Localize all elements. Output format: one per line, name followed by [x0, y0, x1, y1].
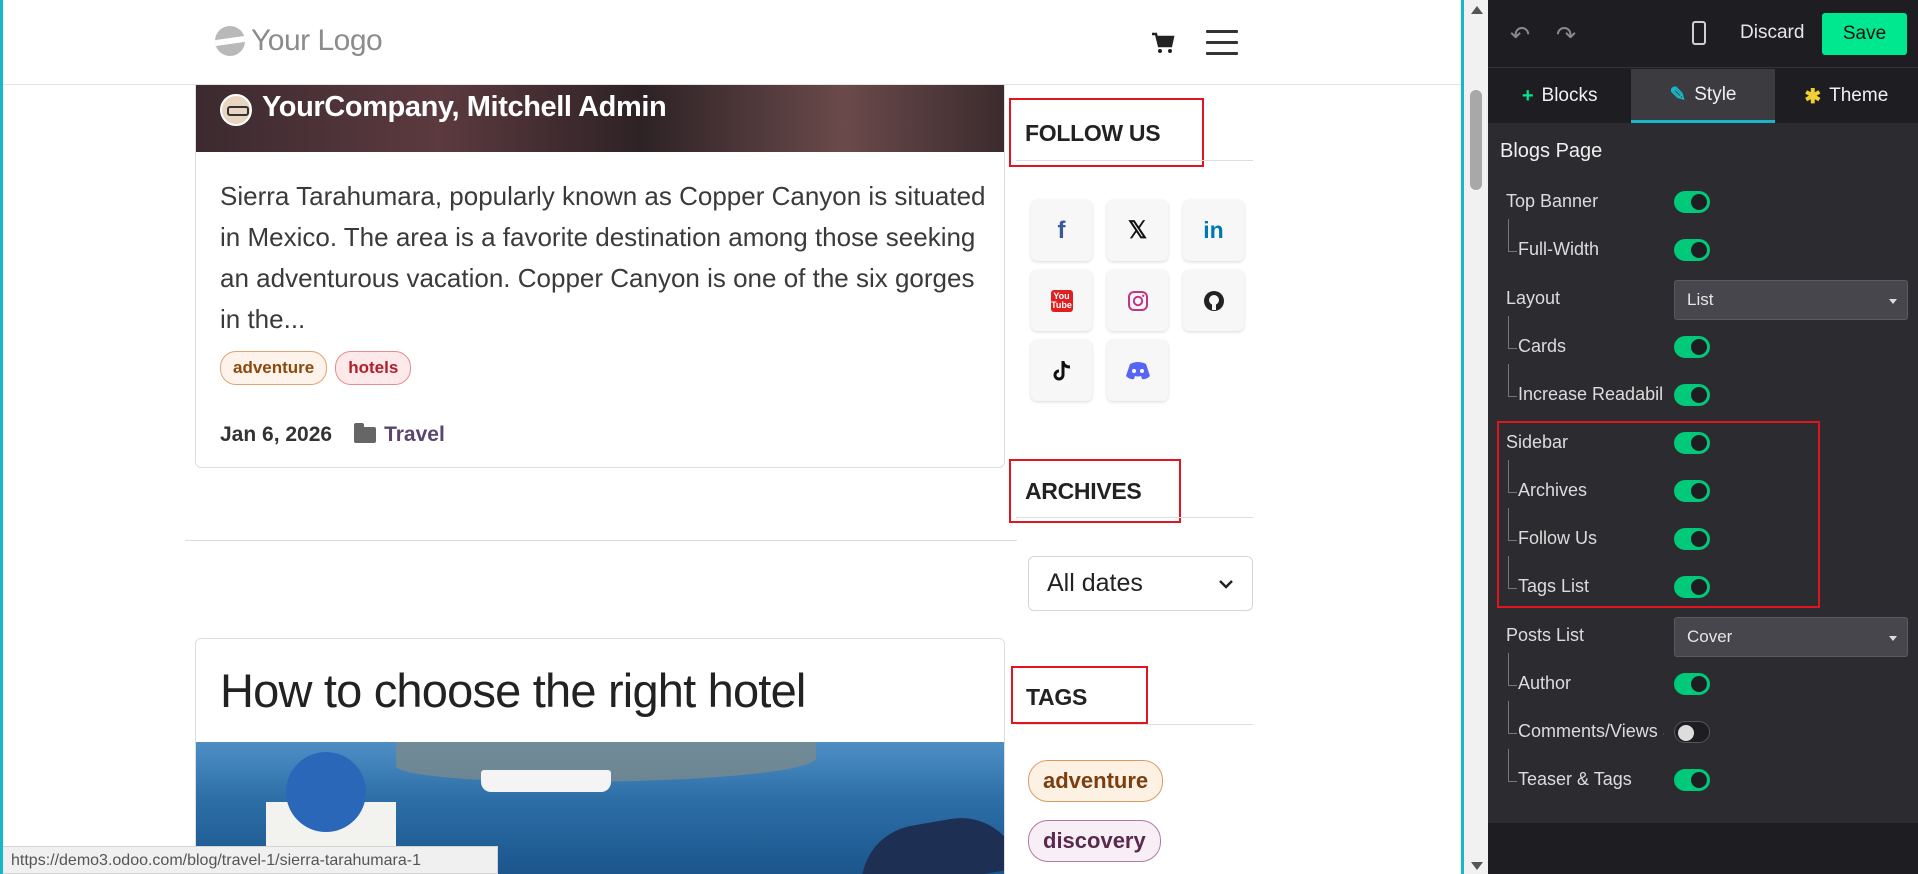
author-avatar [220, 94, 252, 126]
blog-post-card: How to choose the right hotel [195, 638, 1005, 874]
option-teaser-tags: Teaser & Tags [1488, 749, 1918, 801]
sidebar-tags-list: adventure discovery [1028, 760, 1164, 862]
editor-tabs: + Blocks ✎ Style ✱ Theme [1488, 69, 1918, 123]
archives-date-select[interactable]: All dates [1028, 556, 1253, 611]
post-meta: Jan 6, 2026 Travel [220, 423, 445, 447]
sidebar-rule [1016, 724, 1253, 725]
panel-footer [1488, 823, 1918, 874]
option-label: Full-Width [1518, 239, 1600, 259]
blog-post-card: YourCompany, Mitchell Admin Sierra Tarah… [195, 70, 1005, 468]
tab-blocks[interactable]: + Blocks [1488, 69, 1631, 123]
follow-us-title: FOLLOW US [1025, 120, 1161, 146]
tab-theme[interactable]: ✱ Theme [1775, 69, 1918, 123]
site-logo[interactable]: Your Logo [215, 24, 383, 58]
option-label: Increase Readability [1518, 384, 1664, 404]
posts-list-select[interactable]: Cover [1674, 617, 1908, 657]
option-label: Teaser & Tags [1518, 769, 1632, 789]
option-label: Comments/Views Stats [1518, 721, 1664, 741]
sidebar-rule [1016, 160, 1253, 161]
post-divider [185, 540, 1017, 541]
logo-text: Your Logo [251, 24, 383, 57]
tab-label: Blocks [1541, 85, 1598, 106]
option-label: Top Banner [1506, 191, 1599, 211]
highlight-box [1497, 421, 1820, 608]
option-full-width: Full-Width [1488, 219, 1918, 271]
tiktok-icon[interactable] [1031, 340, 1092, 401]
option-increase-readability: Increase Readability [1488, 364, 1918, 416]
option-comments-views: Comments/Views Stats [1488, 701, 1918, 753]
chevron-down-icon [1219, 579, 1233, 589]
tab-label: Theme [1829, 85, 1889, 106]
tab-style[interactable]: ✎ Style [1631, 69, 1775, 123]
post-author: YourCompany, Mitchell Admin [262, 91, 667, 123]
post-tags: adventure hotels [220, 351, 412, 385]
post-title[interactable]: How to choose the right hotel [220, 663, 806, 718]
post-category-label[interactable]: Travel [384, 423, 445, 447]
instagram-icon[interactable] [1107, 270, 1168, 331]
archives-select-value: All dates [1047, 569, 1143, 597]
archives-title: ARCHIVES [1025, 478, 1142, 504]
comments-views-toggle[interactable] [1674, 721, 1710, 743]
undo-icon[interactable]: ↶ [1510, 21, 1530, 50]
website-preview: Your Logo YourCompany, Mitchell Admin Si… [0, 0, 1464, 874]
option-layout: Layout List [1488, 280, 1918, 320]
cards-toggle[interactable] [1674, 336, 1710, 358]
preview-scrollbar[interactable] [1464, 0, 1488, 874]
option-label: Author [1518, 673, 1572, 693]
tag-adventure[interactable]: adventure [220, 351, 328, 385]
option-top-banner: Top Banner [1488, 183, 1918, 223]
scrollbar-thumb[interactable] [1470, 90, 1482, 190]
tag-hotels[interactable]: hotels [335, 351, 412, 385]
full-width-toggle[interactable] [1674, 239, 1710, 261]
option-label: Layout [1506, 288, 1561, 308]
youtube-icon[interactable]: You Tube [1031, 270, 1092, 331]
increase-readability-toggle[interactable] [1674, 384, 1710, 406]
panel-title: Blogs Page [1500, 140, 1603, 162]
option-author: Author [1488, 653, 1918, 705]
gear-icon: ✱ [1804, 85, 1822, 108]
post-category[interactable]: Travel [354, 423, 445, 447]
redo-icon[interactable]: ↷ [1556, 21, 1576, 50]
linkedin-icon[interactable]: in [1183, 200, 1244, 261]
teaser-tags-toggle[interactable] [1674, 769, 1710, 791]
option-label: Cards [1518, 336, 1567, 356]
site-header: Your Logo [3, 0, 1461, 85]
logo-mark-icon [215, 26, 245, 56]
scroll-up-arrow-icon[interactable] [1471, 6, 1483, 14]
discard-button[interactable]: Discard [1740, 22, 1804, 44]
post-excerpt[interactable]: Sierra Tarahumara, popularly known as Co… [220, 176, 990, 340]
top-banner-toggle[interactable] [1674, 191, 1710, 213]
save-button[interactable]: Save [1822, 13, 1907, 55]
scroll-down-arrow-icon[interactable] [1471, 862, 1483, 870]
social-links: f 𝕏 in You Tube [1031, 200, 1244, 401]
tab-label: Style [1694, 83, 1737, 105]
author-toggle[interactable] [1674, 673, 1710, 695]
post-date: Jan 6, 2026 [220, 423, 333, 446]
plus-icon: + [1521, 84, 1534, 107]
pencil-icon: ✎ [1669, 84, 1687, 106]
folder-icon [354, 423, 377, 443]
x-twitter-icon[interactable]: 𝕏 [1107, 200, 1168, 261]
discord-icon[interactable] [1107, 340, 1168, 401]
editor-toolbar: ↶ ↷ Discard Save [1488, 0, 1918, 68]
sidebar-rule [1016, 517, 1253, 518]
cart-icon[interactable] [1151, 32, 1175, 59]
option-label: Posts List [1506, 625, 1585, 645]
option-posts-list: Posts List Cover [1488, 617, 1918, 657]
hamburger-menu-icon[interactable] [1206, 30, 1238, 56]
tags-title: TAGS [1026, 684, 1087, 710]
option-cards: Cards [1488, 316, 1918, 368]
tag-adventure[interactable]: adventure [1028, 760, 1164, 802]
github-icon[interactable] [1183, 270, 1244, 331]
layout-select[interactable]: List [1674, 280, 1908, 320]
facebook-icon[interactable]: f [1031, 200, 1092, 261]
tag-discovery[interactable]: discovery [1028, 820, 1161, 862]
browser-status-url: https://demo3.odoo.com/blog/travel-1/sie… [3, 846, 498, 874]
mobile-preview-icon[interactable] [1692, 21, 1706, 45]
